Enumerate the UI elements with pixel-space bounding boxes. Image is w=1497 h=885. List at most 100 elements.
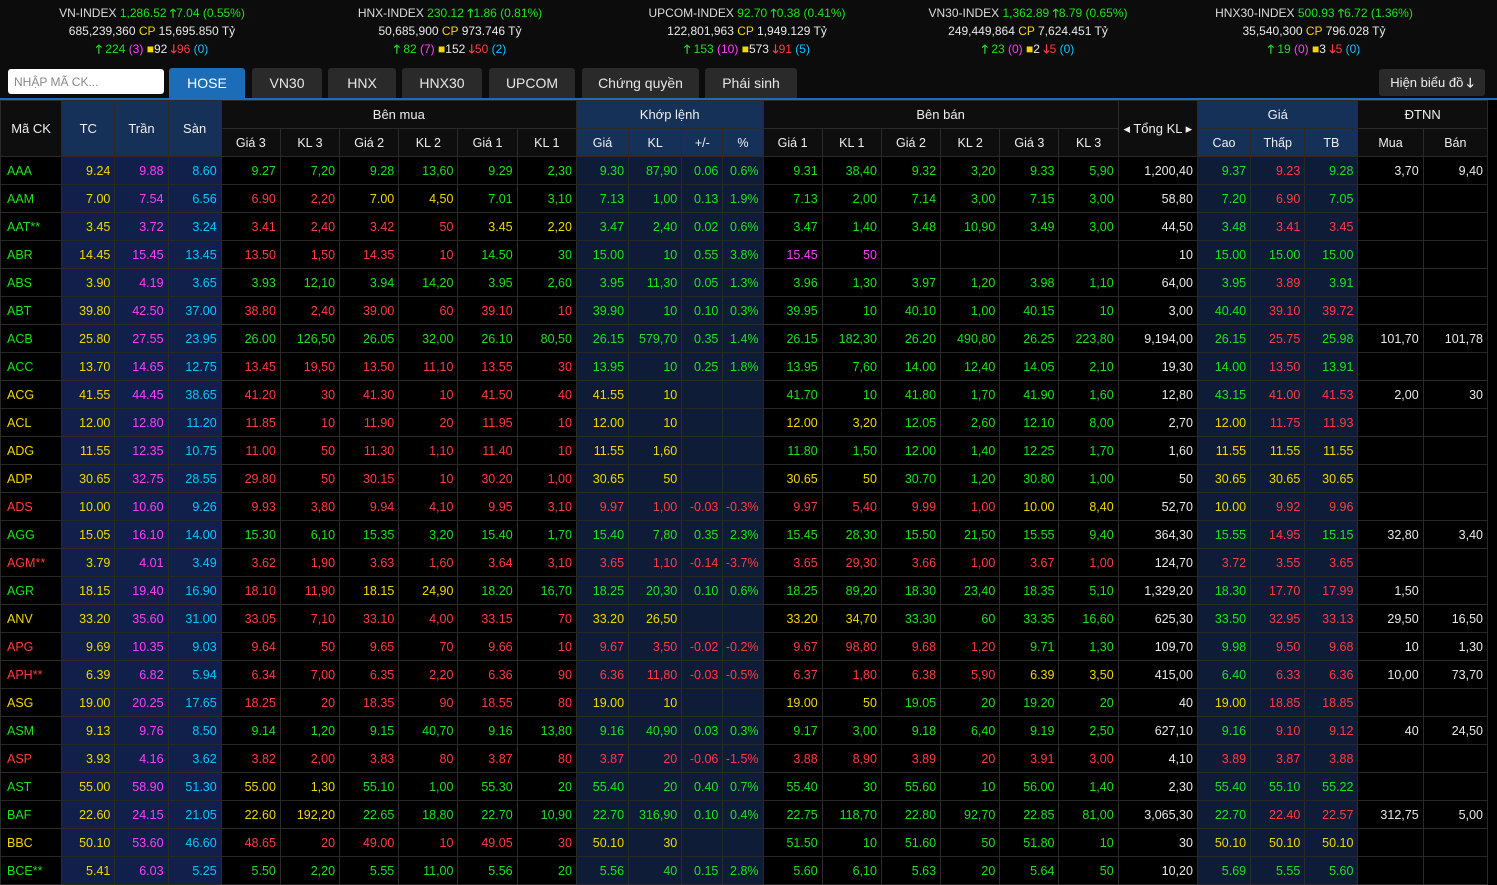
- symbol-cell[interactable]: ABR: [0, 240, 63, 269]
- symbol-cell[interactable]: ACL: [0, 408, 63, 437]
- symbol-cell[interactable]: BBC: [0, 828, 63, 857]
- index-vn-index[interactable]: VN-INDEX 1,286.52 🡑 7.04 (0.55%) 685,239,3…: [2, 4, 302, 58]
- symbol-cell[interactable]: ACB: [0, 324, 63, 353]
- subcol-14[interactable]: Giá 3: [999, 128, 1060, 157]
- subcol-2[interactable]: Giá 2: [339, 128, 400, 157]
- subcol-18[interactable]: TB: [1304, 128, 1359, 157]
- total-volume: 30: [1117, 828, 1198, 857]
- symbol-cell[interactable]: AGR: [0, 576, 63, 605]
- table-row[interactable]: ACB 25.80 27.55 23.95 26.00 126,50 26.05 32,00 2…: [0, 324, 1489, 353]
- high-price: 10.00: [1196, 492, 1252, 521]
- table-row[interactable]: ACL 12.00 12.80 11.20 11.85 10 11.90 20 11.95 10 1…: [0, 408, 1489, 437]
- table-row[interactable]: ACC 13.70 14.65 12.75 13.45 19,50 13.50 11,10 13…: [0, 352, 1489, 381]
- col-ceil[interactable]: Trần: [114, 100, 169, 157]
- subcol-7[interactable]: KL: [628, 128, 683, 157]
- symbol-cell[interactable]: ACC: [0, 352, 63, 381]
- symbol-cell[interactable]: ASM: [0, 716, 63, 745]
- table-row[interactable]: AAT** 3.45 3.72 3.24 3.41 2,40 3.42 50 3.45 2,20 3…: [0, 212, 1489, 241]
- symbol-cell[interactable]: AAM: [0, 184, 63, 213]
- table-row[interactable]: ACG 41.55 44.45 38.65 41.20 30 41.30 10 41.50 40 4…: [0, 380, 1489, 409]
- subcol-5[interactable]: KL 1: [516, 128, 577, 157]
- table-row[interactable]: BCE** 5.41 6.03 5.25 5.50 2,20 5.55 11,00 5.56 20…: [0, 856, 1489, 885]
- subcol-20[interactable]: Bán: [1422, 128, 1489, 157]
- subcol-6[interactable]: Giá: [575, 128, 630, 157]
- tab-upcom[interactable]: UPCOM: [489, 68, 575, 99]
- col-ref[interactable]: TC: [61, 100, 116, 157]
- col-symbol[interactable]: Mã CK: [0, 100, 63, 157]
- table-row[interactable]: AAA 9.24 9.88 8.60 9.27 7,20 9.28 13,60 9.29 2,30…: [0, 156, 1489, 185]
- show-chart-button[interactable]: Hiện biểu đồ 🡓: [1379, 69, 1485, 96]
- ref-price: 9.69: [61, 632, 116, 661]
- total-volume: 50: [1117, 464, 1198, 493]
- table-row[interactable]: AST 55.00 58.90 51.30 55.00 1,30 55.10 1,00 55.3…: [0, 772, 1489, 801]
- subcol-9[interactable]: %: [722, 128, 764, 157]
- subcol-4[interactable]: Giá 1: [457, 128, 518, 157]
- symbol-cell[interactable]: ASG: [0, 688, 63, 717]
- table-row[interactable]: BBC 50.10 53.60 46.60 48.65 20 49.00 10 49.05 30 5…: [0, 828, 1489, 857]
- table-row[interactable]: ADG 11.55 12.35 10.75 11.00 50 11.30 1,10 11.40 1…: [0, 436, 1489, 465]
- search-input[interactable]: [8, 69, 164, 94]
- bid-price: 9.15: [339, 716, 400, 745]
- symbol-cell[interactable]: AAT**: [0, 212, 63, 241]
- symbol-cell[interactable]: ADP: [0, 464, 63, 493]
- symbol-cell[interactable]: AAA: [0, 156, 63, 185]
- symbol-cell[interactable]: ABS: [0, 268, 63, 297]
- index-change: 0.38 (0.41%): [776, 6, 846, 20]
- tab-phai-sinh[interactable]: Phái sinh: [705, 68, 797, 99]
- table-row[interactable]: ASG 19.00 20.25 17.65 18.25 20 18.35 90 18.55 80 1…: [0, 688, 1489, 717]
- subcol-12[interactable]: Giá 2: [880, 128, 942, 157]
- symbol-cell[interactable]: AGG: [0, 520, 63, 549]
- tab-chung-quyen[interactable]: Chứng quyền: [582, 68, 699, 99]
- table-row[interactable]: ABT 39.80 42.50 37.00 38.80 2,40 39.00 60 39.10 1…: [0, 296, 1489, 325]
- index-hnx30-index[interactable]: HNX30-INDEX 500.93 🡑 6.72 (1.36%) 35,540,3…: [1164, 4, 1464, 58]
- subcol-13[interactable]: KL 2: [940, 128, 1001, 157]
- table-row[interactable]: ASM 9.13 9.76 8.50 9.14 1,20 9.15 40,70 9.16 13,8…: [0, 716, 1489, 745]
- col-floor[interactable]: Sàn: [167, 100, 222, 157]
- symbol-cell[interactable]: ACG: [0, 380, 63, 409]
- table-row[interactable]: APG 9.69 10.35 9.03 9.64 50 9.65 70 9.66 10 9.67 3,…: [0, 632, 1489, 661]
- symbol-cell[interactable]: AST: [0, 772, 63, 801]
- table-row[interactable]: ANV 33.20 35.60 31.00 33.05 7,10 33.10 4,00 33.1…: [0, 604, 1489, 633]
- symbol-cell[interactable]: AGM**: [0, 548, 63, 577]
- symbol-cell[interactable]: APG: [0, 632, 63, 661]
- table-row[interactable]: ABR 14.45 15.45 13.45 13.50 1,50 14.35 10 14.50 3…: [0, 240, 1489, 269]
- subcol-19[interactable]: Mua: [1357, 128, 1424, 157]
- col-total-volume[interactable]: ◂ Tổng KL ▸: [1117, 100, 1198, 157]
- symbol-cell[interactable]: ASP: [0, 744, 63, 773]
- subcol-16[interactable]: Cao: [1196, 128, 1252, 157]
- table-row[interactable]: AGG 15.05 16.10 14.00 15.30 6,10 15.35 3,20 15.4…: [0, 520, 1489, 549]
- symbol-cell[interactable]: ADS: [0, 492, 63, 521]
- table-row[interactable]: ADS 10.00 10.60 9.26 9.93 3,80 9.94 4,10 9.95 3,1…: [0, 492, 1489, 521]
- index-hnx-index[interactable]: HNX-INDEX 230.12 🡑 1.86 (0.81%) 50,685,900…: [300, 4, 600, 58]
- subcol-0[interactable]: Giá 3: [220, 128, 281, 157]
- index-vn30-index[interactable]: VN30-INDEX 1,362.89 🡑 8.79 (0.65%) 249,449…: [878, 4, 1178, 58]
- table-row[interactable]: APH** 6.39 6.82 5.94 6.34 7,00 6.35 2,20 6.36 90 6…: [0, 660, 1489, 689]
- subcol-8[interactable]: +/-: [681, 128, 724, 157]
- table-row[interactable]: AAM 7.00 7.54 6.56 6.90 2,20 7.00 4,50 7.01 3,10 7…: [0, 184, 1489, 213]
- subcol-3[interactable]: KL 2: [398, 128, 459, 157]
- subcol-11[interactable]: KL 1: [821, 128, 882, 157]
- symbol-cell[interactable]: APH**: [0, 660, 63, 689]
- subcol-1[interactable]: KL 3: [279, 128, 341, 157]
- tab-vn30[interactable]: VN30: [252, 68, 322, 99]
- table-row[interactable]: AGR 18.15 19.40 16.90 18.10 11,90 18.15 24,90 18…: [0, 576, 1489, 605]
- symbol-cell[interactable]: BAF: [0, 800, 63, 829]
- tab-hnx30[interactable]: HNX30: [402, 68, 482, 99]
- symbol-cell[interactable]: ABT: [0, 296, 63, 325]
- symbol-cell[interactable]: BCE**: [0, 856, 63, 885]
- table-row[interactable]: ADP 30.65 32.75 28.55 29.80 50 30.15 10 30.20 1,0…: [0, 464, 1489, 493]
- subcol-10[interactable]: Giá 1: [762, 128, 823, 157]
- symbol-cell[interactable]: ANV: [0, 604, 63, 633]
- bid-volume: 70: [516, 604, 577, 633]
- tab-hose[interactable]: HOSE: [169, 68, 245, 99]
- symbol-cell[interactable]: ADG: [0, 436, 63, 465]
- tab-hnx[interactable]: HNX: [328, 68, 396, 99]
- subcol-17[interactable]: Thấp: [1250, 128, 1306, 157]
- table-row[interactable]: ASP 3.93 4.16 3.62 3.82 2,00 3.83 80 3.87 80 3.87 2…: [0, 744, 1489, 773]
- match-percent: [722, 408, 764, 437]
- table-row[interactable]: AGM** 3.79 4.01 3.49 3.62 1,90 3.63 1,60 3.64 3,1…: [0, 548, 1489, 577]
- index-upcom-index[interactable]: UPCOM-INDEX 92.70 🡑 0.38 (0.41%) 122,801,9…: [597, 4, 897, 58]
- table-row[interactable]: ABS 3.90 4.19 3.65 3.93 12,10 3.94 14,20 3.95 2,6…: [0, 268, 1489, 297]
- subcol-15[interactable]: KL 3: [1058, 128, 1119, 157]
- table-row[interactable]: BAF 22.60 24.15 21.05 22.60 192,20 22.65 18,80 2…: [0, 800, 1489, 829]
